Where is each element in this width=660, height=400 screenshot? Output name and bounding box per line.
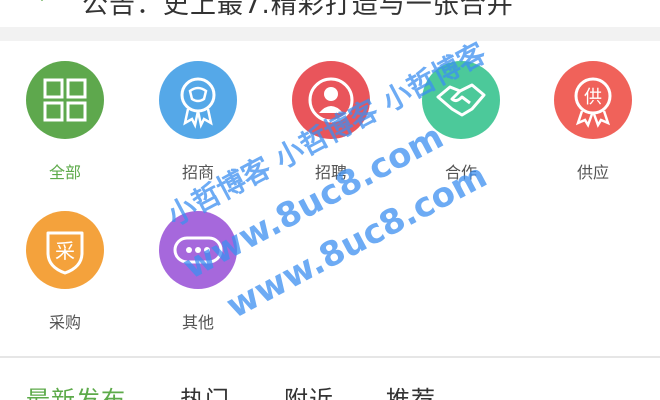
category-label: 采购 — [48, 313, 81, 332]
svg-text:采: 采 — [55, 239, 75, 263]
category-cooperate[interactable]: 合作 — [406, 61, 516, 182]
category-recruit[interactable]: 招聘 — [276, 61, 386, 182]
more-icon — [159, 211, 237, 289]
category-label: 招商 — [181, 163, 214, 182]
tab-hot[interactable]: 热门 — [180, 380, 230, 400]
notice-bar[interactable]: 公告：史上最7.精彩打造与一张合并 — [0, 0, 660, 27]
person-icon — [292, 61, 370, 139]
category-all[interactable]: 全部 — [10, 61, 120, 182]
feed-tabs: 最新发布 热门 附近 推荐 — [0, 358, 660, 400]
category-label: 全部 — [48, 163, 81, 182]
tab-latest[interactable]: 最新发布 — [26, 380, 126, 400]
category-label: 合作 — [444, 163, 477, 182]
supply-badge-icon: 供 — [554, 61, 632, 139]
purchase-shield-icon: 采 — [26, 211, 104, 289]
grid-icon — [26, 61, 104, 139]
category-invest[interactable]: 招商 — [143, 61, 253, 182]
category-label: 招聘 — [314, 163, 347, 182]
category-other[interactable]: 其他 — [143, 211, 253, 332]
certificate-icon — [159, 61, 237, 139]
svg-text:供: 供 — [584, 87, 602, 108]
category-supply[interactable]: 供 供应 — [538, 61, 648, 182]
notice-text: 公告：史上最7.精彩打造与一张合并 — [82, 0, 514, 20]
section-gap — [0, 27, 660, 41]
handshake-icon — [422, 61, 500, 139]
category-label: 其他 — [181, 313, 214, 332]
tab-nearby[interactable]: 附近 — [284, 380, 334, 400]
tab-recommended[interactable]: 推荐 — [386, 380, 436, 400]
category-label: 供应 — [576, 163, 609, 182]
category-grid: 全部 招商 招聘 合作 供 供应 采 采购 其他 — [0, 41, 660, 354]
category-purchase[interactable]: 采 采购 — [10, 211, 120, 332]
speaker-icon — [40, 0, 44, 2]
